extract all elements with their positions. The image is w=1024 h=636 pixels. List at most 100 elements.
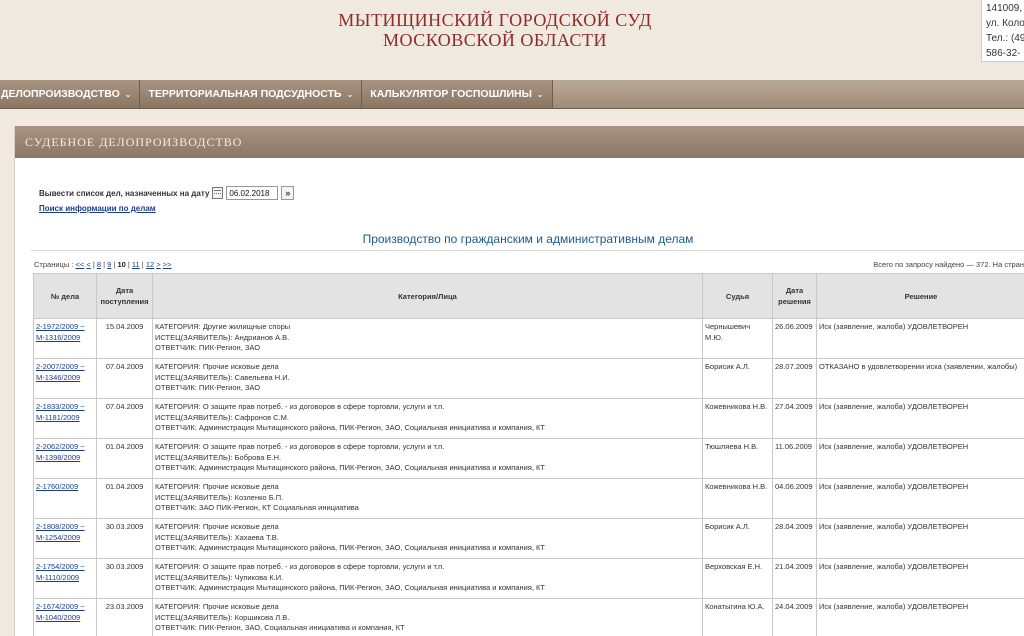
defendant-line: ОТВЕТЧИК: ПИК-Регион, ЗАО, Социальная ин… bbox=[155, 623, 405, 632]
table-row: 2-2007/2009 ~ М-1346/2009 07.04.2009 КАТЕГО… bbox=[33, 358, 1024, 399]
defendant-line: ОТВЕТЧИК: Администрация Мытищинского рай… bbox=[155, 543, 545, 552]
nav-item-fee-calculator[interactable]: КАЛЬКУЛЯТОР ГОСПОШЛИНЫ ⌄ bbox=[362, 80, 553, 108]
nav-item-label: ТЕРРИТОРИАЛЬНАЯ ПОДСУДНОСТЬ bbox=[148, 88, 342, 100]
case-number-line: 2-1972/2009 ~ bbox=[36, 322, 85, 331]
contact-line: Тел.: (49 bbox=[986, 33, 1024, 44]
decision-cell: Иск (заявление, жалоба) УДОВЛЕТВОРЕН bbox=[816, 398, 1024, 439]
contact-line: 586-32- bbox=[986, 48, 1021, 59]
date-received-cell: 30.03.2009 bbox=[96, 518, 153, 559]
page-first-link[interactable]: << bbox=[75, 260, 84, 269]
case-number-link[interactable]: 2-2007/2009 ~ М-1346/2009 bbox=[36, 362, 85, 382]
decision-date-cell: 04.06.2009 bbox=[772, 478, 817, 519]
parties-cell: КАТЕГОРИЯ: Другие жилищные споры ИСТЕЦ(ЗА… bbox=[152, 318, 703, 359]
panel-title: СУДЕБНОЕ ДЕЛОПРОИЗВОДСТВО bbox=[15, 126, 1024, 158]
decision-date-cell: 26.06.2009 bbox=[772, 318, 817, 359]
submit-date-button[interactable]: » bbox=[281, 186, 295, 200]
category-line: КАТЕГОРИЯ: О защите прав потреб. - из до… bbox=[155, 402, 445, 411]
case-number-line: 2-1754/2009 ~ bbox=[36, 562, 85, 571]
plaintiff-line: ИСТЕЦ(ЗАЯВИТЕЛЬ): Савельева Н.И. bbox=[155, 372, 290, 382]
page-last-link[interactable]: >> bbox=[163, 260, 172, 269]
col-header-parties: Категория/Лица bbox=[152, 273, 703, 319]
table-row: 2-1972/2009 ~ М-1316/2009 15.04.2009 КАТЕГО… bbox=[33, 318, 1024, 359]
category-line: КАТЕГОРИЯ: Прочие исковые дела bbox=[155, 362, 279, 371]
parties-cell: КАТЕГОРИЯ: О защите прав потреб. - из до… bbox=[152, 558, 703, 599]
case-material-number: М-1316/2009 bbox=[36, 332, 81, 342]
col-header-date-received: Дата поступления bbox=[96, 273, 153, 319]
judge-cell: Кожевникова Н.В. bbox=[702, 398, 773, 439]
page-link-12[interactable]: 12 bbox=[146, 260, 154, 269]
table-row: 2-1754/2009 ~ М-1110/2009 30.03.2009 КАТЕГО… bbox=[33, 558, 1024, 599]
decision-date-cell: 28.07.2009 bbox=[772, 358, 817, 399]
case-material-number: М-1110/2009 bbox=[36, 572, 80, 582]
plaintiff-line: ИСТЕЦ(ЗАЯВИТЕЛЬ): Андрианов А.В. bbox=[155, 332, 290, 342]
judge-cell: Борисик А.Л. bbox=[702, 358, 773, 399]
court-title-line-2: МОСКОВСКОЙ ОБЛАСТИ bbox=[382, 30, 608, 50]
case-number-cell: 2-2062/2009 ~ М-1398/2009 bbox=[33, 438, 97, 479]
plaintiff-line: ИСТЕЦ(ЗАЯВИТЕЛЬ): Сафронов С.М. bbox=[155, 412, 290, 422]
case-number-link[interactable]: 2-1754/2009 ~ М-1110/2009 bbox=[36, 562, 85, 582]
chevron-down-icon: ⌄ bbox=[536, 89, 544, 99]
contact-line: ул. Коло bbox=[986, 18, 1024, 29]
case-number-link[interactable]: 2-1674/2009 ~ М-1040/2009 bbox=[36, 602, 85, 622]
date-filter-row: Вывести список дел, назначенных на дату … bbox=[39, 186, 295, 200]
case-number-link[interactable]: 2-1760/2009 bbox=[36, 482, 78, 491]
plaintiff-line: ИСТЕЦ(ЗАЯВИТЕЛЬ): Козленко Б.П. bbox=[155, 492, 284, 502]
judge-cell: Конатыгина Ю.А. bbox=[702, 598, 773, 636]
case-material-number: М-1040/2009 bbox=[36, 612, 81, 622]
decision-cell: Иск (заявление, жалоба) УДОВЛЕТВОРЕН bbox=[816, 318, 1024, 359]
case-material-number: М-1346/2009 bbox=[36, 372, 81, 382]
case-number-link[interactable]: 2-1808/2009 ~ М-1254/2009 bbox=[36, 522, 85, 542]
case-number-cell: 2-1760/2009 bbox=[33, 478, 97, 519]
nav-spacer bbox=[552, 80, 1024, 108]
case-number-link[interactable]: 2-1972/2009 ~ М-1316/2009 bbox=[36, 322, 85, 342]
case-number-link[interactable]: 2-2062/2009 ~ М-1398/2009 bbox=[36, 442, 85, 462]
parties-cell: КАТЕГОРИЯ: О защите прав потреб. - из до… bbox=[152, 438, 703, 479]
table-header-row: № дела Дата поступления Категория/Лица С… bbox=[33, 273, 1024, 319]
decision-cell: Иск (заявление, жалоба) УДОВЛЕТВОРЕН bbox=[816, 518, 1024, 559]
decision-date-cell: 21.04.2009 bbox=[772, 558, 817, 599]
date-input[interactable] bbox=[226, 186, 279, 200]
defendant-line: ОТВЕТЧИК: ПИК-Регион, ЗАО bbox=[155, 343, 261, 352]
judge-cell: Кожевникова Н.В. bbox=[702, 478, 773, 519]
date-received-cell: 23.03.2009 bbox=[96, 598, 153, 636]
case-number-link[interactable]: 2-1833/2009 ~ М-1181/2009 bbox=[36, 402, 85, 422]
date-received-cell: 07.04.2009 bbox=[96, 358, 153, 399]
contact-line: 141009, bbox=[986, 3, 1023, 14]
court-title-line-1: МЫТИЩИНСКИЙ ГОРОДСКОЙ СУД bbox=[338, 10, 652, 30]
court-title: МЫТИЩИНСКИЙ ГОРОДСКОЙ СУД МОСКОВСКОЙ ОБЛ… bbox=[300, 10, 690, 50]
category-line: КАТЕГОРИЯ: О защите прав потреб. - из до… bbox=[155, 562, 445, 571]
case-number-line: 2-2062/2009 ~ bbox=[36, 442, 85, 451]
page-next-link[interactable]: > bbox=[156, 260, 160, 269]
nav-item-label: КАЛЬКУЛЯТОР ГОСПОШЛИНЫ bbox=[370, 88, 532, 100]
judge-cell: Верховская Е.Н. bbox=[702, 558, 773, 599]
decision-cell: Иск (заявление, жалоба) УДОВЛЕТВОРЕН bbox=[816, 598, 1024, 636]
decision-cell: ОТКАЗАНО в удовлетворении иска (заявлени… bbox=[816, 358, 1024, 399]
case-material-number: М-1398/2009 bbox=[36, 452, 81, 462]
decision-cell: Иск (заявление, жалоба) УДОВЛЕТВОРЕН bbox=[816, 438, 1024, 479]
page-prev-link[interactable]: < bbox=[86, 260, 90, 269]
col-header-decision-date: Дата решения bbox=[772, 273, 817, 319]
decision-date-cell: 24.04.2009 bbox=[772, 598, 817, 636]
table-row: 2-1674/2009 ~ М-1040/2009 23.03.2009 КАТЕГО… bbox=[33, 598, 1024, 636]
case-number-cell: 2-2007/2009 ~ М-1346/2009 bbox=[33, 358, 97, 399]
page-link-11[interactable]: 11 bbox=[132, 260, 140, 269]
calendar-icon[interactable] bbox=[212, 187, 224, 199]
nav-item-jurisdiction[interactable]: ТЕРРИТОРИАЛЬНАЯ ПОДСУДНОСТЬ ⌄ bbox=[140, 80, 363, 108]
category-line: КАТЕГОРИЯ: Прочие исковые дела bbox=[155, 602, 279, 611]
case-number-line: 2-1674/2009 ~ bbox=[36, 602, 85, 611]
case-number-cell: 2-1674/2009 ~ М-1040/2009 bbox=[33, 598, 97, 636]
nav-item-case-management[interactable]: ДЕЛОПРОИЗВОДСТВО ⌄ bbox=[0, 80, 141, 108]
pagination: Страницы : << < | 8 | 9 | 10 | 11 | 12 >… bbox=[34, 260, 172, 269]
page-link-9[interactable]: 9 bbox=[107, 260, 111, 269]
judge-cell: Чернышевич М.Ю. bbox=[702, 318, 773, 359]
date-received-cell: 30.03.2009 bbox=[96, 558, 153, 599]
table-row: 2-1808/2009 ~ М-1254/2009 30.03.2009 КАТЕГО… bbox=[33, 518, 1024, 559]
parties-cell: КАТЕГОРИЯ: Прочие исковые дела ИСТЕЦ(ЗАЯВ… bbox=[152, 478, 703, 519]
chevron-down-icon: ⌄ bbox=[124, 89, 132, 99]
main-panel: СУДЕБНОЕ ДЕЛОПРОИЗВОДСТВО Вывести список… bbox=[14, 126, 1024, 636]
case-search-link[interactable]: Поиск информации по делам bbox=[39, 204, 156, 213]
page-link-8[interactable]: 8 bbox=[97, 260, 101, 269]
decision-date-cell: 11.06.2009 bbox=[772, 438, 817, 479]
decision-date-cell: 27.04.2009 bbox=[772, 398, 817, 439]
category-line: КАТЕГОРИЯ: Прочие исковые дела bbox=[155, 522, 279, 531]
